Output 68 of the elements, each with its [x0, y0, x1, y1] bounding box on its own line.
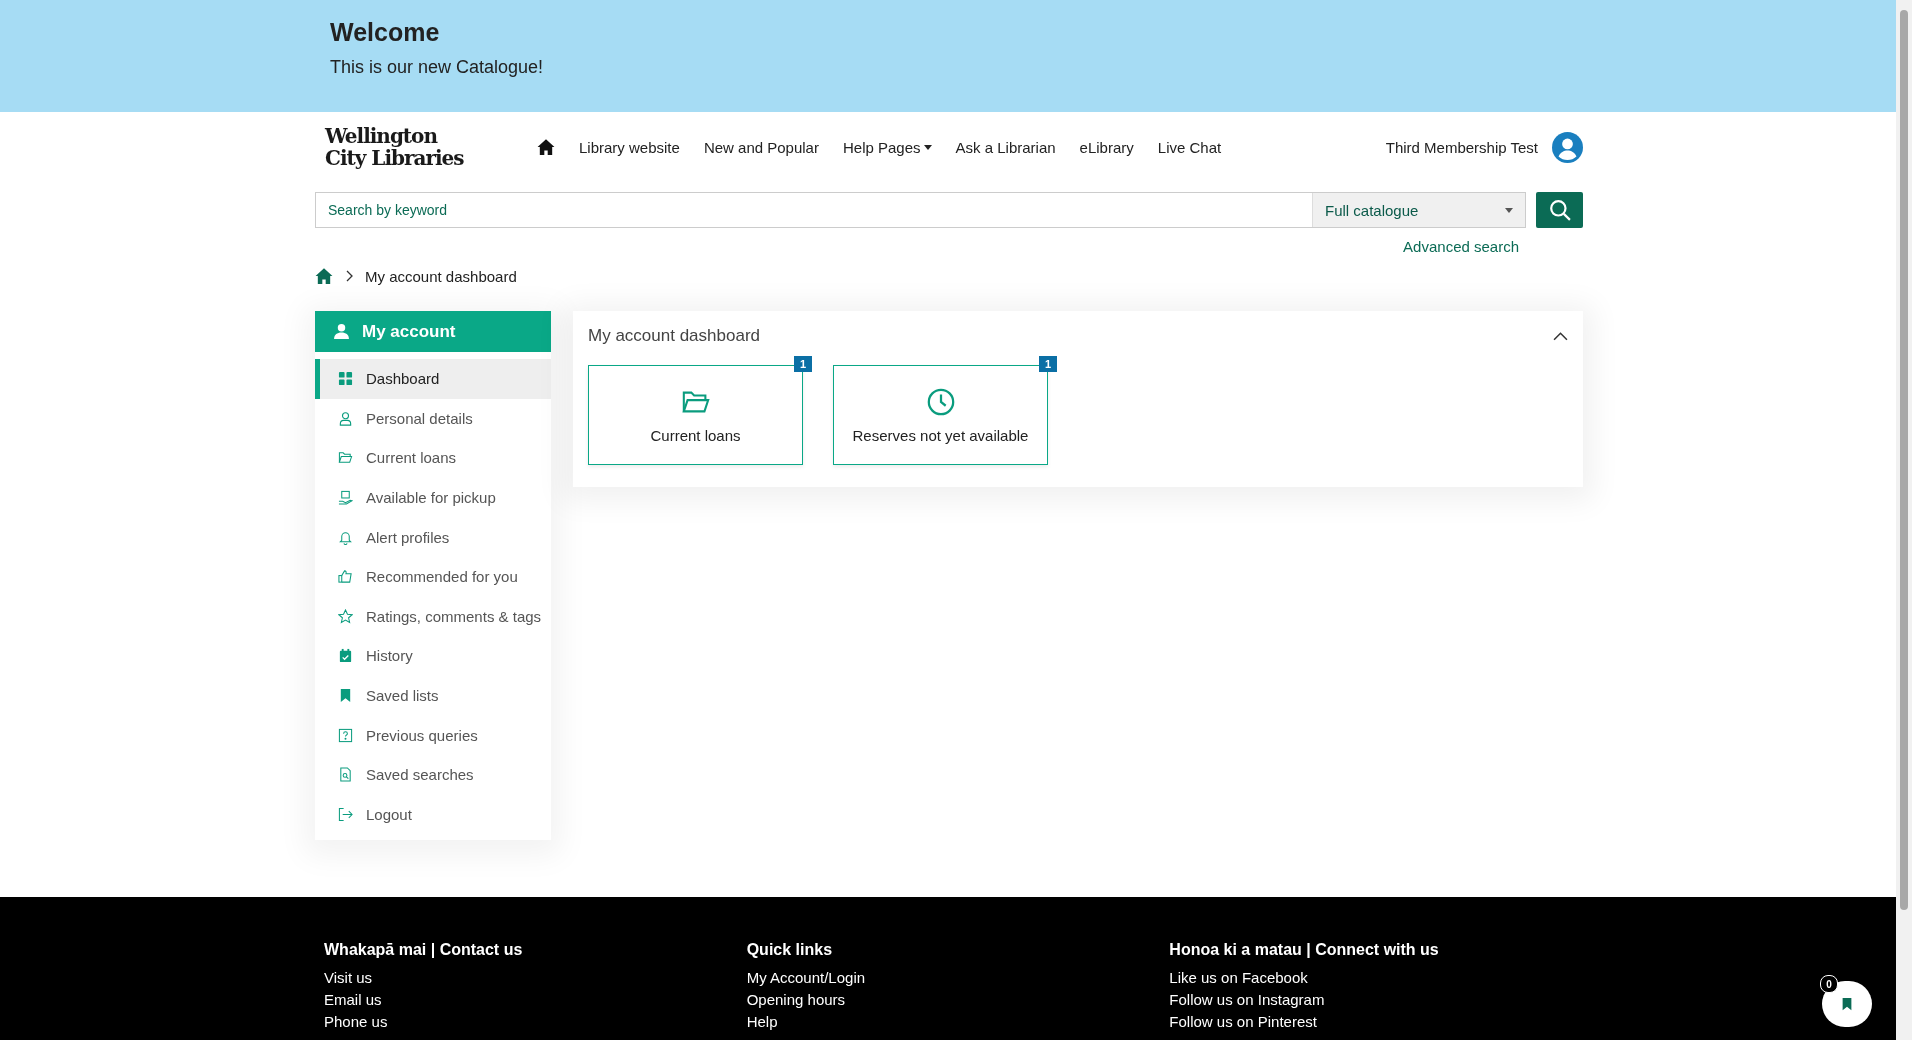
advanced-search-link[interactable]: Advanced search: [1403, 238, 1519, 255]
scope-dropdown[interactable]: Full catalogue: [1312, 193, 1525, 227]
panel-title: My account dashboard: [588, 326, 760, 346]
count-badge: 1: [1038, 356, 1057, 372]
footer-link[interactable]: My Account/Login: [746, 967, 1170, 989]
nav-link[interactable]: Ask a Librarian: [955, 138, 1056, 156]
user-avatar-icon[interactable]: [1552, 131, 1583, 163]
home-icon[interactable]: [537, 138, 555, 156]
count-badge: 1: [793, 356, 812, 372]
logout-icon: [338, 806, 353, 822]
sidebar-item[interactable]: History: [315, 636, 551, 676]
hand-box-icon: [338, 490, 353, 506]
person-icon: [338, 410, 353, 426]
bookmark-icon: [338, 688, 353, 704]
footer-link[interactable]: Follow us on Instagram: [1169, 989, 1592, 1011]
sidebar-item[interactable]: Ratings, comments & tags: [315, 596, 551, 637]
footer-link[interactable]: Opening hours: [746, 989, 1170, 1011]
footer-link[interactable]: Phone us: [324, 1011, 747, 1033]
thumbs-up-icon: [338, 569, 353, 585]
footer-link[interactable]: Email us: [324, 989, 747, 1011]
sidebar-item[interactable]: Available for pickup: [315, 477, 551, 518]
home-icon[interactable]: [315, 267, 333, 285]
library-logo[interactable]: Wellington City Libraries: [325, 125, 535, 169]
user-name[interactable]: Third Membership Test: [1385, 138, 1538, 156]
footer-link[interactable]: Like us on Facebook: [1169, 967, 1592, 989]
nav-link[interactable]: Live Chat: [1157, 138, 1222, 156]
bell-icon: [338, 529, 353, 545]
chevron-up-icon[interactable]: [1553, 331, 1568, 341]
sidebar-item[interactable]: Alert profiles: [315, 517, 551, 557]
star-icon: [338, 608, 353, 624]
banner-text: This is our new Catalogue!: [330, 57, 545, 78]
footer-link[interactable]: Visit us: [324, 967, 747, 989]
nav-link[interactable]: Help Pages: [842, 138, 932, 156]
breadcrumb-current: My account dashboard: [365, 267, 517, 285]
caret-icon: [1505, 207, 1513, 213]
footer-link[interactable]: Help: [746, 1011, 1170, 1033]
sidebar-item[interactable]: Saved lists: [315, 675, 551, 716]
count-badge: 0: [1820, 975, 1838, 993]
saved-items-button[interactable]: [1822, 981, 1872, 1027]
sidebar-item[interactable]: Previous queries: [315, 715, 551, 755]
sidebar-title: My account: [362, 321, 456, 342]
sidebar-item[interactable]: Personal details: [315, 398, 551, 439]
scrollbar[interactable]: [1896, 0, 1912, 1040]
calendar-check-icon: [338, 648, 353, 664]
document-search-icon: [338, 767, 353, 783]
sidebar-item[interactable]: Recommended for you: [315, 556, 551, 597]
search-field[interactable]: Search by keyword Full catalogue: [315, 192, 1526, 228]
person-icon: [333, 323, 350, 340]
sidebar-item[interactable]: Dashboard: [315, 359, 551, 399]
footer-link[interactable]: Follow us on Pinterest: [1169, 1011, 1592, 1033]
search-icon: [1548, 199, 1571, 221]
sidebar-item[interactable]: Saved searches: [315, 754, 551, 795]
footer-heading: Quick links: [746, 941, 834, 959]
nav-link[interactable]: Library website: [579, 138, 680, 156]
sidebar-item[interactable]: Current loans: [315, 438, 551, 478]
bookmark-icon: [1840, 996, 1854, 1012]
search-button[interactable]: [1536, 192, 1583, 228]
sidebar-item[interactable]: Logout: [315, 794, 551, 835]
nav-link[interactable]: New and Popular: [703, 138, 819, 156]
footer-heading: Whakapā mai | Contact us: [324, 941, 524, 959]
grid-icon: [338, 371, 353, 387]
caret-icon: [923, 144, 932, 150]
nav-link[interactable]: eLibrary: [1079, 138, 1134, 156]
folder-icon: [338, 450, 353, 466]
banner-title: Welcome: [330, 18, 440, 47]
footer-heading: Honoa ki a matau | Connect with us: [1169, 941, 1440, 959]
question-box-icon: [338, 727, 353, 743]
chevron-right-icon: [345, 270, 353, 282]
